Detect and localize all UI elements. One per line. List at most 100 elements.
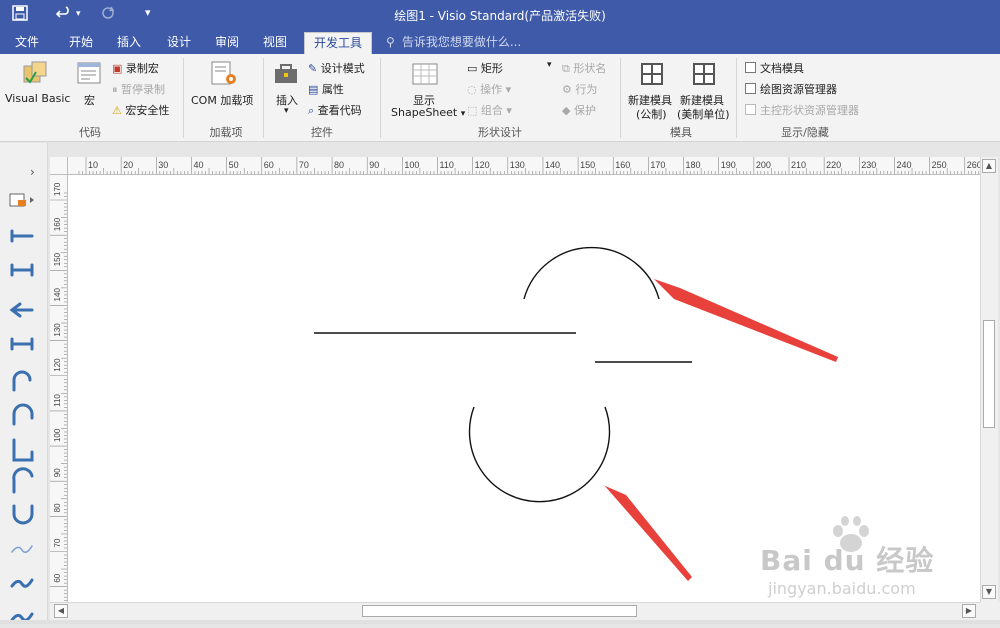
ruler-corner — [50, 157, 68, 175]
ruler-tick-label: 110 — [53, 394, 62, 407]
tab-file[interactable]: 文件 — [8, 30, 46, 54]
ruler-tick-label: 130 — [510, 160, 525, 170]
connector-arrow-left-icon[interactable] — [9, 302, 34, 318]
ruler-tick-label: 260 — [967, 160, 980, 170]
behavior-button[interactable]: ⚙ 行为 — [562, 81, 597, 97]
tab-home[interactable]: 开始 — [62, 30, 100, 54]
master-explorer-checkbox[interactable]: 主控形状资源管理器 — [745, 102, 859, 118]
ribbon-separator — [263, 58, 264, 138]
ruler-tick-label: 100 — [53, 428, 62, 442]
warning-icon: ⚠ — [112, 104, 122, 117]
design-mode-icon: ✎ — [308, 62, 318, 75]
lower-arc-shape[interactable] — [468, 406, 611, 503]
upper-arc-shape[interactable] — [523, 246, 660, 300]
com-addins-button[interactable]: COM 加载项 — [191, 92, 253, 108]
vertical-scrollbar[interactable]: ▲ ▼ — [980, 157, 998, 602]
new-stencil-metric-icon[interactable] — [640, 62, 664, 89]
protect-icon: ◆ — [562, 104, 571, 117]
horizontal-scrollbar[interactable]: ◀ ▶ — [50, 602, 980, 620]
connector-line-icon[interactable] — [10, 337, 34, 351]
document-stencil-checkbox[interactable]: 文档模具 — [745, 60, 804, 76]
design-mode-button[interactable]: ✎ 设计模式 — [308, 60, 365, 76]
new-stencil-us-icon[interactable] — [692, 62, 716, 89]
visual-basic-button[interactable]: Visual Basic — [5, 92, 70, 105]
status-strip — [0, 620, 1000, 624]
scroll-down-icon[interactable]: ▼ — [982, 585, 996, 599]
behavior-icon: ⚙ — [562, 83, 572, 96]
pause-recording-button[interactable]: ⏸ 暂停录制 — [112, 81, 165, 97]
tab-review[interactable]: 审阅 — [208, 30, 246, 54]
red-arrow-upper — [654, 279, 838, 362]
drawing-explorer-checkbox[interactable]: 绘图资源管理器 — [745, 81, 837, 97]
connector-elbow-icon[interactable] — [12, 438, 34, 462]
scroll-right-icon[interactable]: ▶ — [962, 604, 976, 618]
ruler-tick-label: 190 — [721, 160, 736, 170]
rectangle-button[interactable]: ▭ 矩形 — [467, 60, 503, 76]
red-arrow-lower — [603, 485, 692, 581]
ruler-tick-label: 180 — [686, 160, 701, 170]
macro-security-button[interactable]: ⚠ 宏安全性 — [112, 102, 169, 118]
expand-panel-chevron-icon[interactable]: › — [30, 165, 35, 179]
properties-button[interactable]: ▤ 属性 — [308, 81, 344, 97]
ruler-tick-label: 60 — [53, 573, 62, 582]
ruler-tick-label: 240 — [896, 160, 911, 170]
connector-u-curve-icon[interactable] — [12, 504, 34, 525]
ruler-tick-label: 50 — [229, 160, 239, 170]
connector-curve-icon[interactable] — [12, 370, 32, 392]
group-label-controls: 控件 — [311, 126, 333, 139]
stencil-switch-icon[interactable] — [9, 193, 34, 207]
com-addins-icon[interactable] — [210, 60, 238, 89]
group-button[interactable]: ⬚ 组合 ▾ — [467, 102, 512, 118]
scroll-up-icon[interactable]: ▲ — [982, 159, 996, 173]
ruler-tick-label: 100 — [404, 160, 419, 170]
watermark-brand: Bai du 经验 — [760, 544, 935, 577]
new-stencil-us-sublabel[interactable]: (美制单位) — [677, 106, 730, 122]
scroll-left-icon[interactable]: ◀ — [54, 604, 68, 618]
connector-wave-icon[interactable] — [11, 545, 33, 553]
tab-view[interactable]: 视图 — [256, 30, 294, 54]
shape-name-button[interactable]: ⧉ 形状名 — [562, 60, 606, 76]
insert-dropdown-icon[interactable]: ▾ — [284, 106, 289, 116]
ruler-tick-label: 90 — [369, 160, 379, 170]
macros-icon[interactable] — [76, 60, 102, 89]
connector-wave-icon[interactable] — [10, 578, 34, 588]
connector-double-arrow-icon[interactable] — [10, 229, 34, 243]
baidu-watermark: Bai du 经验 jingyan.baidu.com — [760, 515, 960, 605]
tab-developer[interactable]: 开发工具 — [304, 32, 372, 54]
shape-name-icon: ⧉ — [562, 62, 570, 75]
ruler-tick-label: 160 — [615, 160, 630, 170]
shape-dropdown-icon[interactable]: ▾ — [547, 60, 552, 70]
protect-button[interactable]: ◆ 保护 — [562, 102, 596, 118]
ribbon-separator — [736, 58, 737, 138]
toolbox-icon[interactable] — [273, 62, 299, 89]
connector-curve-icon[interactable] — [12, 403, 34, 426]
record-macro-button[interactable]: ▣ 录制宏 — [112, 60, 159, 76]
rectangle-icon: ▭ — [467, 62, 478, 75]
vertical-scroll-thumb[interactable] — [983, 320, 995, 428]
ruler-tick-label: 70 — [53, 538, 62, 547]
ruler-tick-label: 140 — [53, 288, 62, 302]
shapesheet-button[interactable]: ShapeSheet ▾ — [391, 106, 465, 119]
shapesheet-icon[interactable] — [411, 62, 439, 89]
ruler-tick-label: 90 — [53, 468, 62, 477]
ruler-tick-label: 200 — [756, 160, 771, 170]
ribbon-separator — [183, 58, 184, 138]
tell-me-search[interactable]: ⚲ 告诉我您想要做什么... — [386, 30, 521, 54]
macros-button[interactable]: 宏 — [84, 92, 95, 108]
new-stencil-metric-sublabel[interactable]: (公制) — [636, 106, 667, 122]
ruler-tick-label: 170 — [53, 182, 62, 196]
view-code-button[interactable]: ⌕ 查看代码 — [308, 102, 362, 118]
connector-s-curve-icon[interactable] — [12, 467, 34, 494]
watermark-url: jingyan.baidu.com — [768, 579, 916, 598]
ruler-tick-label: 250 — [932, 160, 947, 170]
connector-double-arrow-icon[interactable] — [10, 263, 34, 277]
tab-design[interactable]: 设计 — [160, 30, 198, 54]
ruler-tick-label: 30 — [158, 160, 168, 170]
operations-button[interactable]: ◌ 操作 ▾ — [467, 81, 511, 97]
ruler-tick-label: 70 — [299, 160, 309, 170]
ruler-tick-label: 10 — [88, 160, 98, 170]
lightbulb-icon: ⚲ — [386, 35, 395, 49]
tab-insert[interactable]: 插入 — [110, 30, 148, 54]
visual-basic-icon[interactable] — [22, 60, 50, 89]
horizontal-scroll-thumb[interactable] — [362, 605, 637, 617]
